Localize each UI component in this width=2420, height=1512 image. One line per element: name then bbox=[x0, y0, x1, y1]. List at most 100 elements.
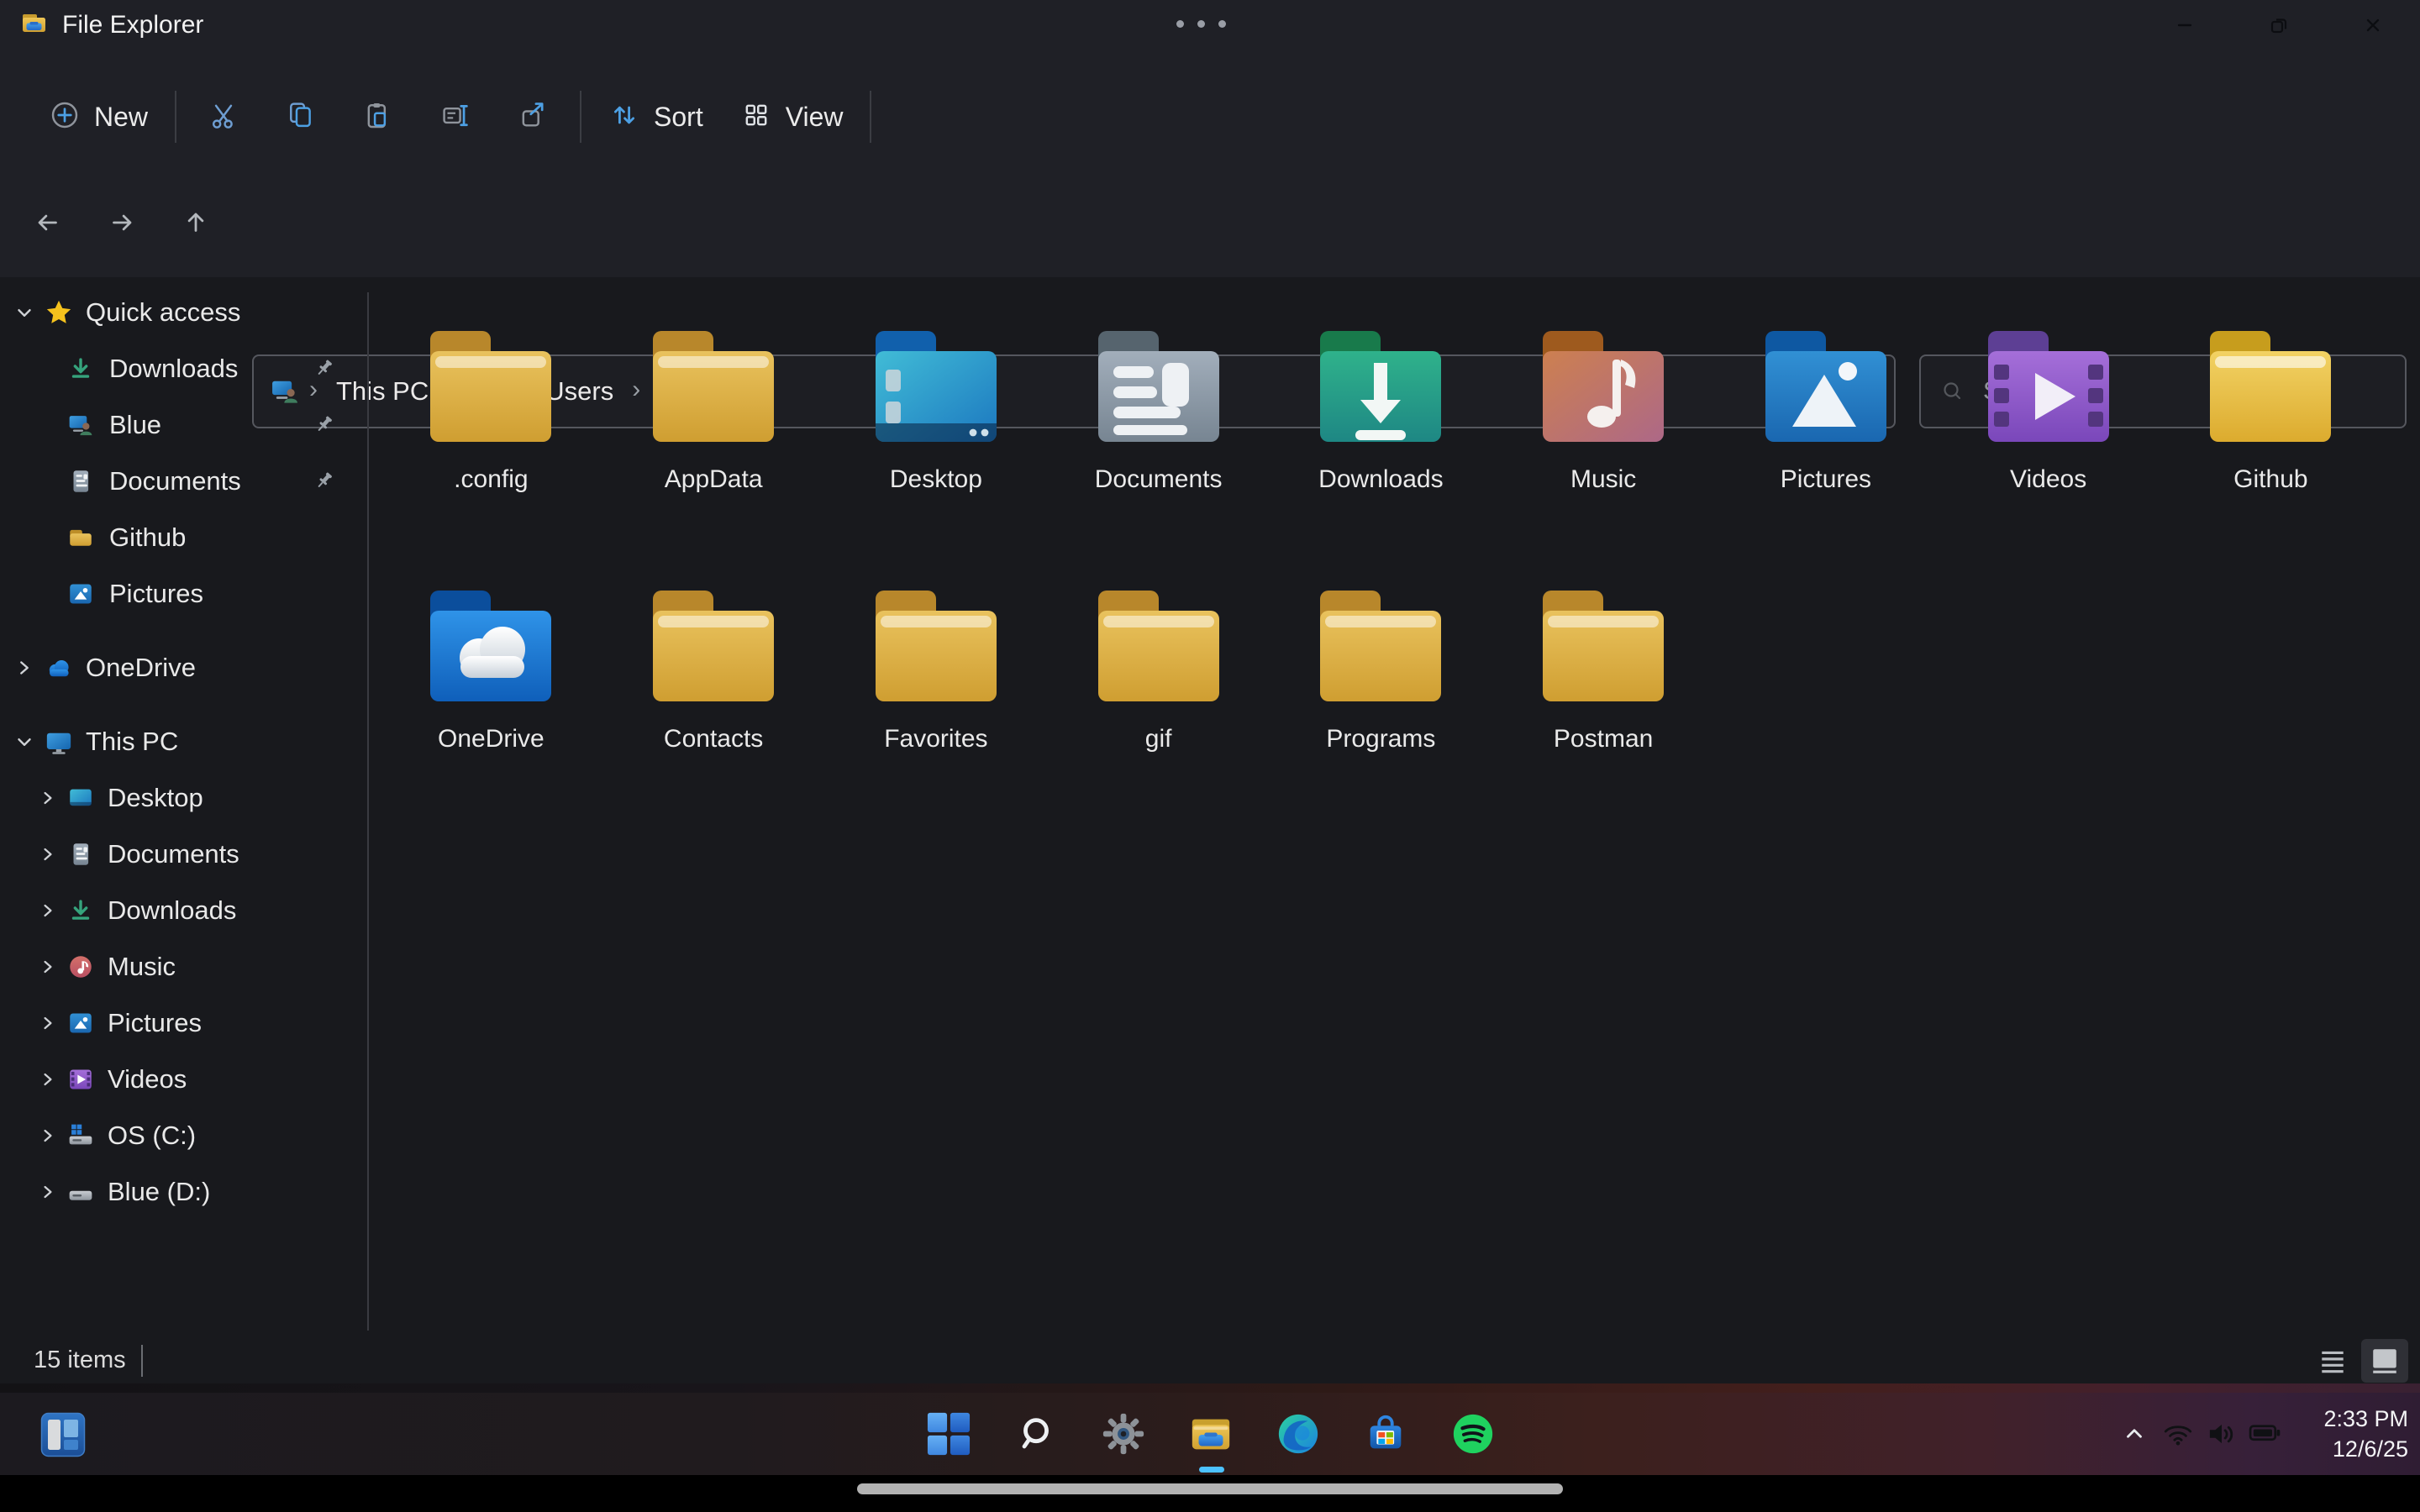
sidebar-item-pictures-pc[interactable]: Pictures bbox=[0, 995, 367, 1051]
sidebar-item-this-pc[interactable]: This PC bbox=[0, 713, 367, 769]
music-icon bbox=[66, 952, 96, 982]
edge-browser-icon[interactable] bbox=[1275, 1410, 1322, 1457]
sidebar-item-pictures[interactable]: Pictures bbox=[0, 565, 367, 622]
sidebar-item-quick-access[interactable]: Quick access bbox=[0, 284, 367, 340]
chevron-right-icon[interactable] bbox=[37, 1012, 59, 1034]
desktop-screen: File Explorer bbox=[0, 0, 2420, 1512]
folder-tile-contacts[interactable]: Contacts bbox=[602, 579, 825, 753]
chevron-right-icon[interactable] bbox=[37, 956, 59, 978]
chevron-right-icon[interactable] bbox=[37, 843, 59, 865]
new-button[interactable]: New bbox=[30, 87, 166, 147]
share-button[interactable] bbox=[494, 87, 571, 147]
sidebar-item-label: OneDrive bbox=[86, 653, 196, 683]
folder-tile-favorites[interactable]: Favorites bbox=[825, 579, 1048, 753]
taskbar-search-icon[interactable] bbox=[1013, 1410, 1060, 1457]
sidebar-item-videos[interactable]: Videos bbox=[0, 1051, 367, 1107]
folder-yellow-icon bbox=[639, 579, 787, 713]
cut-button[interactable] bbox=[185, 87, 262, 147]
sort-button[interactable]: Sort bbox=[590, 87, 722, 147]
chevron-right-icon[interactable] bbox=[37, 1125, 59, 1147]
copy-button[interactable] bbox=[262, 87, 339, 147]
folder-tile-videos[interactable]: Videos bbox=[1937, 319, 2160, 494]
chevron-right-icon[interactable] bbox=[37, 1068, 59, 1090]
paste-button[interactable] bbox=[339, 87, 417, 147]
restore-button[interactable] bbox=[2232, 0, 2326, 50]
forward-button[interactable] bbox=[94, 198, 150, 247]
chevron-down-icon[interactable] bbox=[13, 302, 35, 323]
clock-time: 2:33 PM bbox=[2299, 1404, 2408, 1434]
sidebar-item-documents[interactable]: Documents bbox=[0, 453, 367, 509]
sidebar-item-label: OS (C:) bbox=[108, 1121, 196, 1151]
sidebar-item-downloads[interactable]: Downloads bbox=[0, 340, 367, 396]
sidebar-item-documents-pc[interactable]: Documents bbox=[0, 826, 367, 882]
close-button[interactable] bbox=[2326, 0, 2420, 50]
folder-tile-documents[interactable]: Documents bbox=[1047, 319, 1270, 494]
volume-icon[interactable] bbox=[2200, 1410, 2244, 1457]
minimize-button[interactable] bbox=[2138, 0, 2232, 50]
folder-tile-programs[interactable]: Programs bbox=[1270, 579, 1492, 753]
command-toolbar: New bbox=[0, 66, 2420, 168]
spotify-icon[interactable] bbox=[1449, 1410, 1497, 1457]
chevron-right-icon[interactable] bbox=[37, 787, 59, 809]
chevron-right-icon[interactable] bbox=[37, 900, 59, 921]
back-button[interactable] bbox=[20, 198, 76, 247]
sidebar-item-music[interactable]: Music bbox=[0, 938, 367, 995]
taskbar-clock[interactable]: 2:33 PM 12/6/25 bbox=[2299, 1404, 2408, 1464]
sidebar-item-desktop[interactable]: Desktop bbox=[0, 769, 367, 826]
tray-expand-chevron-icon[interactable] bbox=[2112, 1410, 2156, 1457]
sidebar-item-onedrive[interactable]: OneDrive bbox=[0, 639, 367, 696]
widgets-icon[interactable] bbox=[39, 1411, 87, 1458]
sidebar-item-downloads-pc[interactable]: Downloads bbox=[0, 882, 367, 938]
folder-tile-gif[interactable]: gif bbox=[1047, 579, 1270, 753]
large-icons-view-button[interactable] bbox=[2361, 1339, 2408, 1383]
sidebar-item-github[interactable]: Github bbox=[0, 509, 367, 565]
folder-yellow-icon bbox=[639, 319, 787, 454]
folder-tile-pictures[interactable]: Pictures bbox=[1715, 319, 1938, 494]
view-button[interactable]: View bbox=[722, 87, 862, 147]
folder-tile-downloads[interactable]: Downloads bbox=[1270, 319, 1492, 494]
explorer-tab[interactable]: File Explorer bbox=[22, 0, 203, 50]
pin-icon bbox=[313, 413, 335, 436]
folder-tile-postman[interactable]: Postman bbox=[1492, 579, 1715, 753]
folder-tile-onedrive[interactable]: OneDrive bbox=[380, 579, 602, 753]
monitor-icon bbox=[44, 727, 74, 757]
toolbar-divider bbox=[175, 91, 176, 143]
folder-tile-appdata[interactable]: AppData bbox=[602, 319, 825, 494]
folder-tile-music[interactable]: Music bbox=[1492, 319, 1715, 494]
sidebar-item-os-c-drive[interactable]: OS (C:) bbox=[0, 1107, 367, 1163]
folder-tile-github[interactable]: Github bbox=[2160, 319, 2382, 494]
wifi-icon[interactable] bbox=[2156, 1410, 2200, 1457]
rename-button[interactable] bbox=[417, 87, 494, 147]
os-drive-icon bbox=[66, 1121, 96, 1151]
details-view-button[interactable] bbox=[2309, 1339, 2356, 1383]
up-button[interactable] bbox=[168, 198, 224, 247]
file-explorer-window: File Explorer bbox=[0, 0, 2420, 1383]
see-more-dots-icon[interactable] bbox=[1176, 20, 1226, 28]
window-controls bbox=[2138, 0, 2420, 50]
sidebar-item-blue-d-drive[interactable]: Blue (D:) bbox=[0, 1163, 367, 1220]
chevron-right-icon[interactable] bbox=[37, 1181, 59, 1203]
chevron-right-icon[interactable] bbox=[13, 657, 35, 679]
folder-tile-desktop[interactable]: Desktop bbox=[825, 319, 1048, 494]
chevron-down-icon[interactable] bbox=[13, 731, 35, 753]
folder-name: Documents bbox=[1095, 465, 1223, 494]
folder-name: Music bbox=[1570, 465, 1636, 494]
star-icon bbox=[44, 297, 74, 328]
sidebar-item-label: Documents bbox=[109, 466, 241, 496]
folder-name: OneDrive bbox=[438, 725, 544, 753]
sidebar-item-blue[interactable]: Blue bbox=[0, 396, 367, 453]
folder-downloads-icon bbox=[1307, 319, 1455, 454]
settings-gear-icon[interactable] bbox=[1100, 1410, 1147, 1457]
pane-separator[interactable] bbox=[367, 292, 369, 1331]
sidebar-item-label: This PC bbox=[86, 727, 178, 757]
start-button-icon[interactable] bbox=[925, 1410, 972, 1457]
file-explorer-taskbar-icon[interactable] bbox=[1187, 1410, 1234, 1457]
title-bar[interactable]: File Explorer bbox=[0, 0, 2420, 50]
microsoft-store-icon[interactable] bbox=[1362, 1410, 1409, 1457]
battery-icon[interactable] bbox=[2244, 1410, 2287, 1457]
navigation-bar: › This PC › C: › Users › Blue › bbox=[0, 168, 2420, 277]
folder-name: Favorites bbox=[884, 725, 987, 753]
folder-tile-config[interactable]: .config bbox=[380, 319, 602, 494]
sidebar-item-label: Quick access bbox=[86, 297, 240, 328]
status-bar: 15 items bbox=[0, 1337, 2420, 1383]
